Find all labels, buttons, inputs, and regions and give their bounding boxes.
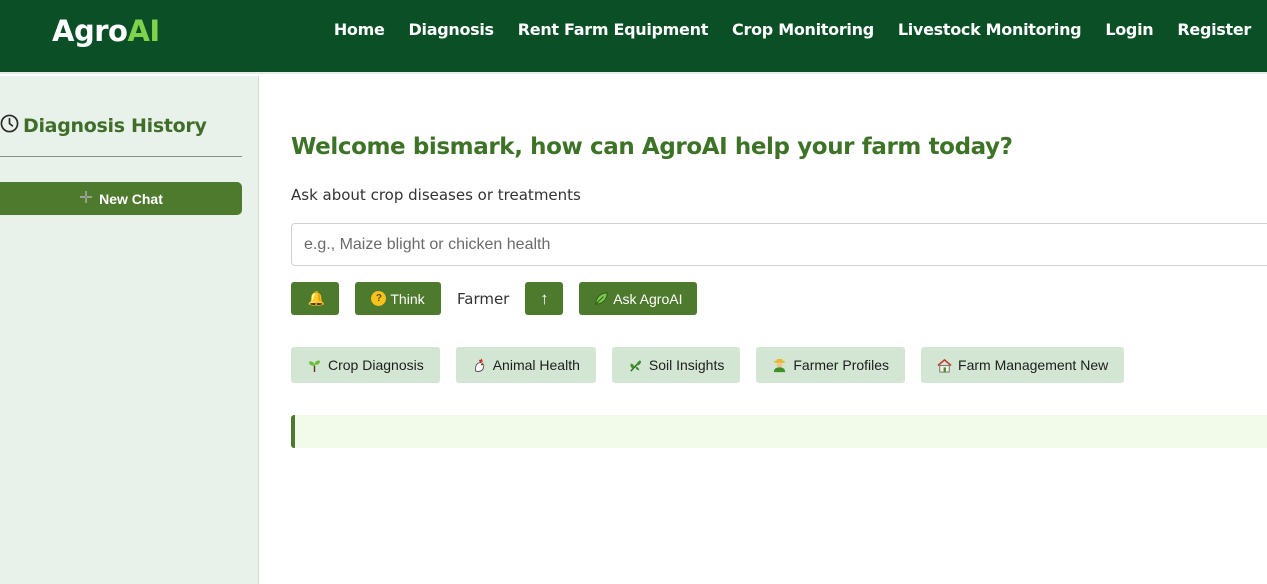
chip-animal-health[interactable]: Animal Health xyxy=(455,347,596,383)
history-title: Diagnosis History xyxy=(23,115,207,137)
farmhouse-icon xyxy=(937,358,952,373)
herb-icon xyxy=(628,358,643,373)
quick-topics: Crop Diagnosis Animal Health Soil Insigh… xyxy=(291,347,1125,383)
chip-farm-management[interactable]: Farm Management New xyxy=(921,347,1125,383)
nav-register[interactable]: Register xyxy=(1177,20,1251,39)
app-logo[interactable]: AgroAI xyxy=(52,14,160,48)
top-navbar: AgroAI Home Diagnosis Rent Farm Equipmen… xyxy=(0,0,1267,74)
diagnosis-history-sidebar: Diagnosis History New Chat xyxy=(0,76,259,584)
chip-label: Farm Management New xyxy=(958,357,1109,373)
nav-diagnosis[interactable]: Diagnosis xyxy=(409,20,495,39)
response-box xyxy=(291,415,1267,448)
chip-label: Farmer Profiles xyxy=(793,357,890,373)
think-label: Think xyxy=(390,290,425,307)
main-content: Welcome bismark, how can AgroAI help you… xyxy=(260,76,1267,584)
up-arrow-icon: ↑ xyxy=(540,288,549,308)
new-chat-label: New Chat xyxy=(99,190,163,207)
nav-login[interactable]: Login xyxy=(1105,20,1153,39)
chip-farmer-profiles[interactable]: Farmer Profiles xyxy=(756,347,906,383)
nav-crop-monitoring[interactable]: Crop Monitoring xyxy=(732,20,874,39)
seedling-icon xyxy=(307,358,322,373)
up-arrow-button[interactable]: ↑ xyxy=(525,282,564,315)
history-header: Diagnosis History xyxy=(0,114,207,138)
query-label: Ask about crop diseases or treatments xyxy=(291,186,581,204)
history-divider xyxy=(0,156,242,157)
plus-icon xyxy=(79,190,93,207)
ask-agroai-button[interactable]: Ask AgroAI xyxy=(579,282,698,315)
ask-agroai-label: Ask AgroAI xyxy=(613,290,683,307)
think-button[interactable]: ? Think xyxy=(355,282,441,315)
new-chat-button[interactable]: New Chat xyxy=(0,182,242,215)
chip-crop-diagnosis[interactable]: Crop Diagnosis xyxy=(291,347,440,383)
query-input[interactable] xyxy=(291,223,1267,266)
welcome-heading: Welcome bismark, how can AgroAI help you… xyxy=(291,134,1013,160)
farmer-icon xyxy=(772,358,787,373)
chip-label: Crop Diagnosis xyxy=(328,357,424,373)
nav-rent-farm-equipment[interactable]: Rent Farm Equipment xyxy=(518,20,709,39)
notification-button[interactable]: 🔔 xyxy=(291,282,339,315)
role-label: Farmer xyxy=(457,289,510,308)
chip-label: Animal Health xyxy=(492,357,580,373)
clock-icon xyxy=(0,114,19,138)
query-controls: 🔔 ? Think Farmer ↑ Ask AgroAI xyxy=(291,282,698,315)
chicken-icon xyxy=(472,357,487,373)
main-nav: Home Diagnosis Rent Farm Equipment Crop … xyxy=(334,20,1251,39)
nav-livestock-monitoring[interactable]: Livestock Monitoring xyxy=(898,20,1082,39)
bell-icon: 🔔 xyxy=(307,290,325,306)
thinking-face-icon: ? xyxy=(371,291,387,306)
nav-home[interactable]: Home xyxy=(334,20,385,39)
leaf-icon xyxy=(594,291,609,306)
chip-label: Soil Insights xyxy=(648,357,725,373)
chip-soil-insights[interactable]: Soil Insights xyxy=(611,347,741,383)
